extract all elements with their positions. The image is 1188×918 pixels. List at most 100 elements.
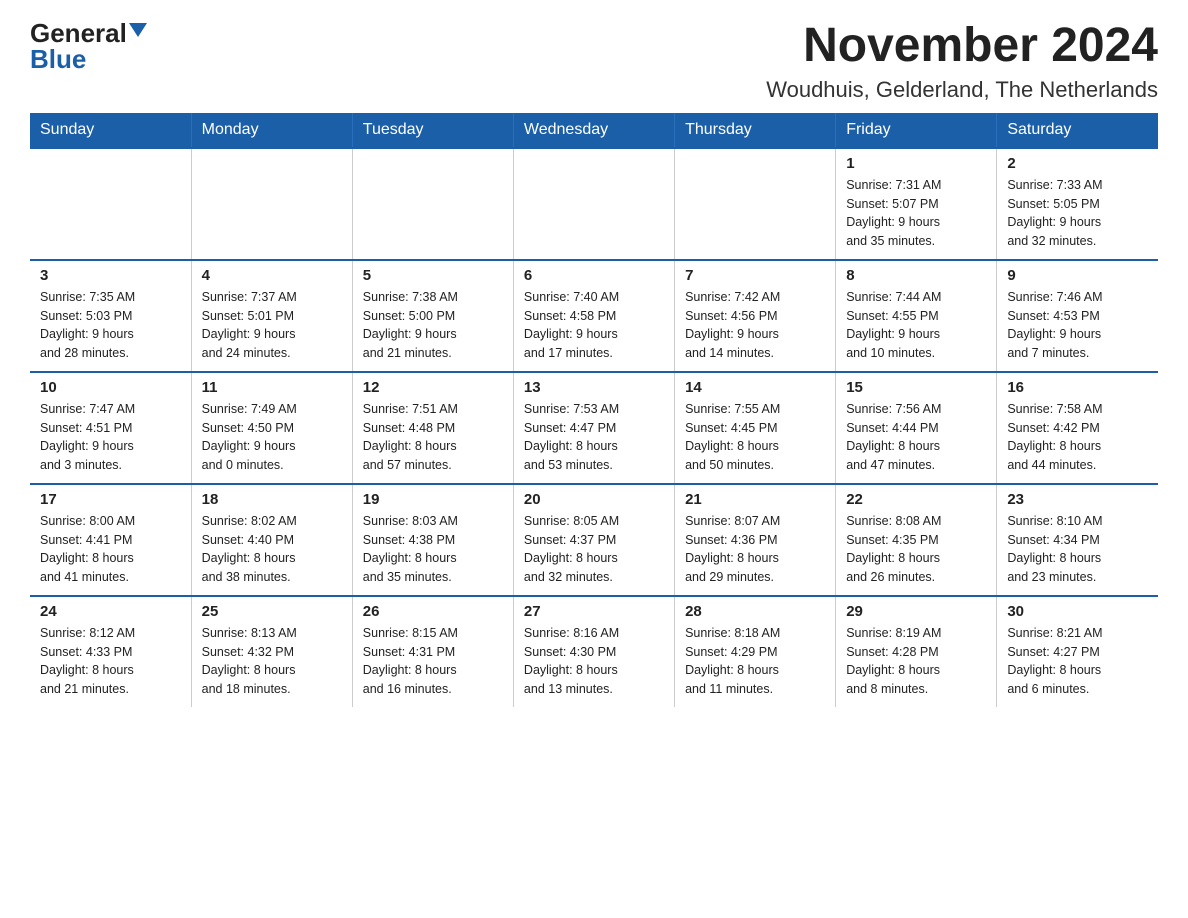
day-number: 15 [846, 379, 986, 396]
day-number: 4 [202, 267, 342, 284]
logo-general-text: General [30, 20, 127, 46]
day-info: Sunrise: 7:37 AM Sunset: 5:01 PM Dayligh… [202, 288, 342, 363]
calendar-cell: 27 Sunrise: 8:16 AM Sunset: 4:30 PM Dayli… [513, 596, 674, 707]
day-info: Sunrise: 8:08 AM Sunset: 4:35 PM Dayligh… [846, 512, 986, 587]
logo: General Blue [30, 20, 147, 73]
day-info: Sunrise: 8:07 AM Sunset: 4:36 PM Dayligh… [685, 512, 825, 587]
day-number: 6 [524, 267, 664, 284]
weekday-header-saturday: Saturday [997, 113, 1158, 148]
day-info: Sunrise: 7:38 AM Sunset: 5:00 PM Dayligh… [363, 288, 503, 363]
day-info: Sunrise: 7:31 AM Sunset: 5:07 PM Dayligh… [846, 176, 986, 251]
day-info: Sunrise: 8:03 AM Sunset: 4:38 PM Dayligh… [363, 512, 503, 587]
day-info: Sunrise: 7:55 AM Sunset: 4:45 PM Dayligh… [685, 400, 825, 475]
day-number: 24 [40, 603, 181, 620]
calendar-week-row: 24 Sunrise: 8:12 AM Sunset: 4:33 PM Dayli… [30, 596, 1158, 707]
calendar-cell: 21 Sunrise: 8:07 AM Sunset: 4:36 PM Dayli… [675, 484, 836, 596]
calendar-cell: 29 Sunrise: 8:19 AM Sunset: 4:28 PM Dayli… [836, 596, 997, 707]
day-info: Sunrise: 8:05 AM Sunset: 4:37 PM Dayligh… [524, 512, 664, 587]
weekday-header-monday: Monday [191, 113, 352, 148]
day-number: 29 [846, 603, 986, 620]
calendar-week-row: 17 Sunrise: 8:00 AM Sunset: 4:41 PM Dayli… [30, 484, 1158, 596]
weekday-header-friday: Friday [836, 113, 997, 148]
calendar-header-row: SundayMondayTuesdayWednesdayThursdayFrid… [30, 113, 1158, 148]
calendar-week-row: 1 Sunrise: 7:31 AM Sunset: 5:07 PM Daylig… [30, 148, 1158, 260]
calendar-cell: 15 Sunrise: 7:56 AM Sunset: 4:44 PM Dayli… [836, 372, 997, 484]
calendar-cell: 1 Sunrise: 7:31 AM Sunset: 5:07 PM Daylig… [836, 148, 997, 260]
day-number: 25 [202, 603, 342, 620]
day-info: Sunrise: 7:58 AM Sunset: 4:42 PM Dayligh… [1007, 400, 1148, 475]
calendar-cell: 25 Sunrise: 8:13 AM Sunset: 4:32 PM Dayli… [191, 596, 352, 707]
weekday-header-tuesday: Tuesday [352, 113, 513, 148]
day-info: Sunrise: 7:56 AM Sunset: 4:44 PM Dayligh… [846, 400, 986, 475]
calendar-cell: 22 Sunrise: 8:08 AM Sunset: 4:35 PM Dayli… [836, 484, 997, 596]
day-info: Sunrise: 8:00 AM Sunset: 4:41 PM Dayligh… [40, 512, 181, 587]
calendar-cell: 3 Sunrise: 7:35 AM Sunset: 5:03 PM Daylig… [30, 260, 191, 372]
day-number: 26 [363, 603, 503, 620]
calendar-cell [191, 148, 352, 260]
calendar-cell: 13 Sunrise: 7:53 AM Sunset: 4:47 PM Dayli… [513, 372, 674, 484]
day-info: Sunrise: 7:40 AM Sunset: 4:58 PM Dayligh… [524, 288, 664, 363]
weekday-header-sunday: Sunday [30, 113, 191, 148]
day-number: 9 [1007, 267, 1148, 284]
calendar-cell: 14Sunrise: 7:55 AM Sunset: 4:45 PM Dayli… [675, 372, 836, 484]
calendar-cell: 16Sunrise: 7:58 AM Sunset: 4:42 PM Dayli… [997, 372, 1158, 484]
calendar-cell: 20 Sunrise: 8:05 AM Sunset: 4:37 PM Dayli… [513, 484, 674, 596]
weekday-header-thursday: Thursday [675, 113, 836, 148]
day-number: 11 [202, 379, 342, 396]
day-number: 27 [524, 603, 664, 620]
page-title: November 2024 [766, 20, 1158, 73]
day-number: 1 [846, 155, 986, 172]
day-info: Sunrise: 8:18 AM Sunset: 4:29 PM Dayligh… [685, 624, 825, 699]
day-number: 18 [202, 491, 342, 508]
calendar-cell: 7Sunrise: 7:42 AM Sunset: 4:56 PM Daylig… [675, 260, 836, 372]
calendar-cell [352, 148, 513, 260]
calendar-cell: 17 Sunrise: 8:00 AM Sunset: 4:41 PM Dayli… [30, 484, 191, 596]
logo-blue-text: Blue [30, 44, 86, 74]
calendar-cell: 2Sunrise: 7:33 AM Sunset: 5:05 PM Daylig… [997, 148, 1158, 260]
calendar-cell: 10Sunrise: 7:47 AM Sunset: 4:51 PM Dayli… [30, 372, 191, 484]
calendar-cell: 4 Sunrise: 7:37 AM Sunset: 5:01 PM Daylig… [191, 260, 352, 372]
calendar-cell: 12Sunrise: 7:51 AM Sunset: 4:48 PM Dayli… [352, 372, 513, 484]
day-number: 8 [846, 267, 986, 284]
day-info: Sunrise: 7:53 AM Sunset: 4:47 PM Dayligh… [524, 400, 664, 475]
day-number: 22 [846, 491, 986, 508]
day-info: Sunrise: 8:19 AM Sunset: 4:28 PM Dayligh… [846, 624, 986, 699]
calendar-cell [30, 148, 191, 260]
calendar-cell: 26 Sunrise: 8:15 AM Sunset: 4:31 PM Dayli… [352, 596, 513, 707]
day-info: Sunrise: 7:33 AM Sunset: 5:05 PM Dayligh… [1007, 176, 1148, 251]
day-number: 30 [1007, 603, 1148, 620]
day-info: Sunrise: 8:12 AM Sunset: 4:33 PM Dayligh… [40, 624, 181, 699]
day-number: 19 [363, 491, 503, 508]
calendar-cell: 6 Sunrise: 7:40 AM Sunset: 4:58 PM Daylig… [513, 260, 674, 372]
title-block: November 2024 Woudhuis, Gelderland, The … [766, 20, 1158, 103]
calendar-week-row: 10Sunrise: 7:47 AM Sunset: 4:51 PM Dayli… [30, 372, 1158, 484]
day-info: Sunrise: 7:47 AM Sunset: 4:51 PM Dayligh… [40, 400, 181, 475]
day-info: Sunrise: 8:10 AM Sunset: 4:34 PM Dayligh… [1007, 512, 1148, 587]
calendar-cell: 19 Sunrise: 8:03 AM Sunset: 4:38 PM Dayli… [352, 484, 513, 596]
day-number: 21 [685, 491, 825, 508]
day-info: Sunrise: 8:21 AM Sunset: 4:27 PM Dayligh… [1007, 624, 1148, 699]
day-info: Sunrise: 7:46 AM Sunset: 4:53 PM Dayligh… [1007, 288, 1148, 363]
calendar-cell: 18 Sunrise: 8:02 AM Sunset: 4:40 PM Dayli… [191, 484, 352, 596]
day-info: Sunrise: 7:35 AM Sunset: 5:03 PM Dayligh… [40, 288, 181, 363]
day-info: Sunrise: 8:16 AM Sunset: 4:30 PM Dayligh… [524, 624, 664, 699]
page-subtitle: Woudhuis, Gelderland, The Netherlands [766, 77, 1158, 103]
day-number: 5 [363, 267, 503, 284]
day-number: 20 [524, 491, 664, 508]
calendar-week-row: 3 Sunrise: 7:35 AM Sunset: 5:03 PM Daylig… [30, 260, 1158, 372]
day-number: 12 [363, 379, 503, 396]
calendar-cell: 9 Sunrise: 7:46 AM Sunset: 4:53 PM Daylig… [997, 260, 1158, 372]
day-info: Sunrise: 8:02 AM Sunset: 4:40 PM Dayligh… [202, 512, 342, 587]
calendar-table: SundayMondayTuesdayWednesdayThursdayFrid… [30, 113, 1158, 707]
day-info: Sunrise: 8:15 AM Sunset: 4:31 PM Dayligh… [363, 624, 503, 699]
day-number: 13 [524, 379, 664, 396]
logo-triangle-icon [129, 23, 147, 37]
day-info: Sunrise: 8:13 AM Sunset: 4:32 PM Dayligh… [202, 624, 342, 699]
day-number: 23 [1007, 491, 1148, 508]
weekday-header-wednesday: Wednesday [513, 113, 674, 148]
calendar-cell: 11Sunrise: 7:49 AM Sunset: 4:50 PM Dayli… [191, 372, 352, 484]
day-number: 3 [40, 267, 181, 284]
day-number: 7 [685, 267, 825, 284]
day-number: 17 [40, 491, 181, 508]
calendar-cell: 28Sunrise: 8:18 AM Sunset: 4:29 PM Dayli… [675, 596, 836, 707]
